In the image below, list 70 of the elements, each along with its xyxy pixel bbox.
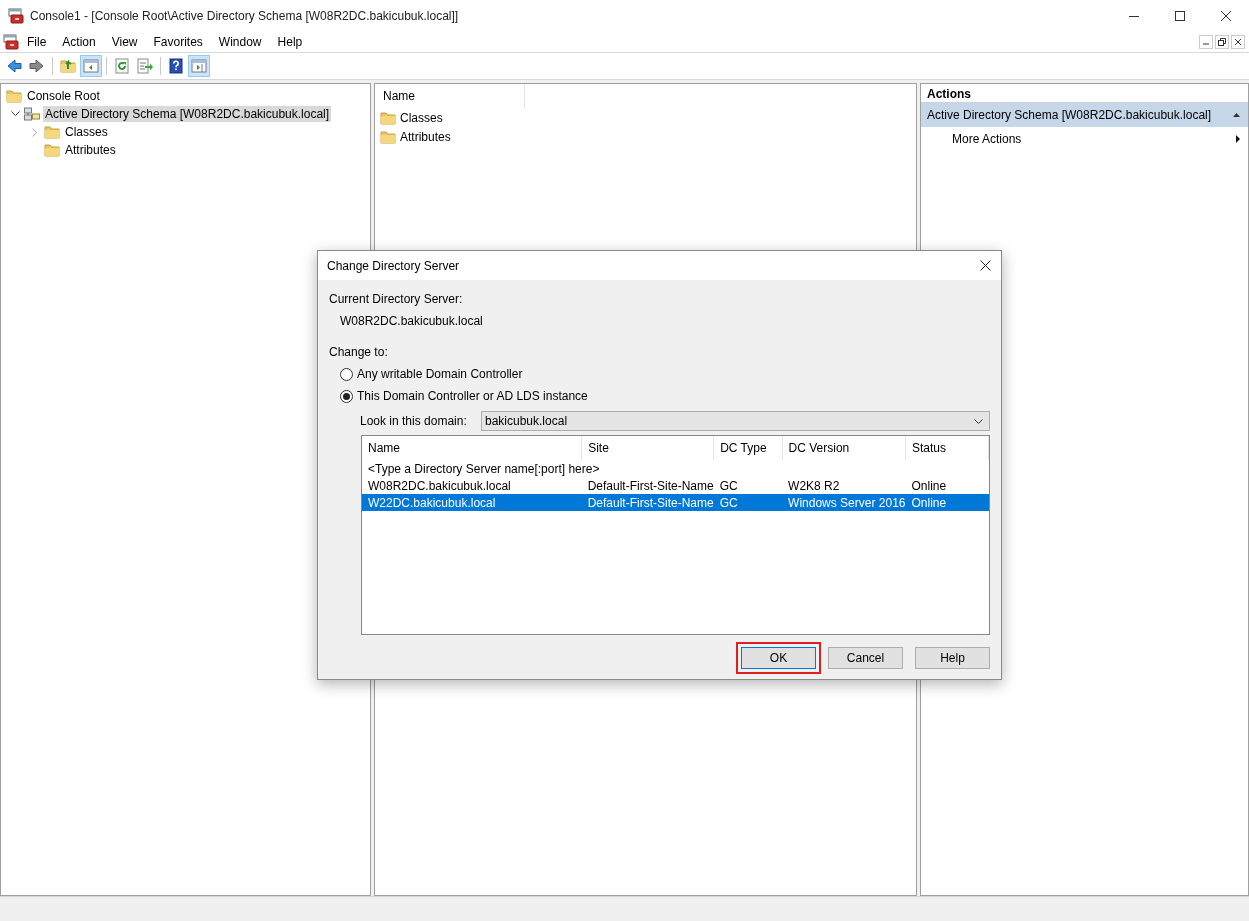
show-tree-icon [83,58,99,74]
tree-item[interactable]: Active Directory Schema [W08R2DC.bakicubuk.local] [43,106,332,122]
maximize-icon[interactable] [1175,11,1185,21]
folder-up-icon [60,58,76,74]
column-header[interactable]: Name [362,436,582,460]
column-header[interactable]: Site [581,436,714,460]
dropdown-value: bakicubuk.local [485,414,569,428]
folder-icon [380,128,396,145]
tree-item[interactable]: Classes [63,124,110,140]
expanded-chevron-icon[interactable] [10,111,20,117]
domain-dropdown[interactable]: bakicubuk.local [481,411,990,431]
menu-item[interactable]: Window [210,35,270,49]
forward-arrow-icon [29,58,45,74]
radio-button[interactable] [340,389,353,403]
field-label: Look in this domain: [360,414,468,428]
radio-label[interactable]: Any writable Domain Controller [357,367,523,381]
list-item[interactable]: Attributes [400,129,451,144]
dialog-title: Change Directory Server [327,258,460,273]
dropdown-chevron-icon [974,418,983,424]
server-name: W08R2DC.bakicubuk.local [339,313,484,328]
tree-item[interactable]: Console Root [25,88,102,104]
field-label: Current Directory Server: [329,292,464,306]
menu-item[interactable]: Help [269,35,311,49]
column-header[interactable]: Name [375,84,525,108]
menu-item[interactable]: File [19,35,55,49]
menu-item[interactable]: View [103,35,146,49]
close-icon[interactable] [1221,11,1231,21]
window-title: Console1 - [Console Root\Active Directory Schema [W08R2DC.bakicubuk.local]] [30,9,460,23]
table-cell[interactable]: Windows Server 2016 [782,494,906,511]
help-icon [168,58,184,74]
list-item[interactable]: Classes [400,110,443,125]
field-label: Change to: [329,345,389,359]
menu-item[interactable]: Action [54,35,104,49]
tree-item[interactable]: Attributes [63,142,118,158]
table-cell[interactable]: W22DC.bakicubuk.local [362,494,582,511]
table-cell[interactable]: W08R2DC.bakicubuk.local [362,477,582,494]
dialog-button[interactable]: Help [915,647,990,669]
column-header[interactable]: DC Version [782,436,906,460]
column-header[interactable]: DC Type [713,436,783,460]
action-pane-icon [191,58,207,74]
table-cell[interactable]: Default-First-Site-Name [581,477,714,494]
folder-icon [6,88,22,104]
table-cell[interactable]: GC [713,477,783,494]
table-cell[interactable]: Online [905,477,989,494]
section-title: Active Directory Schema [W08R2DC.bakicubuk.local] [927,108,1212,122]
radio-button[interactable] [340,367,353,381]
menu-item[interactable]: Favorites [145,35,211,49]
refresh-icon [114,58,130,74]
radio-label[interactable]: This Domain Controller or AD LDS instance [357,389,588,403]
table-cell[interactable]: GC [713,494,783,511]
schema-icon [24,106,40,122]
submenu-caret-icon [1236,135,1240,143]
dialog-button[interactable]: Cancel [828,647,903,669]
table-cell[interactable]: Default-First-Site-Name [581,494,714,511]
close-icon[interactable] [980,260,991,271]
folder-icon [380,109,396,126]
export-list-icon [137,58,153,74]
folder-icon [44,142,60,158]
server-name-entry[interactable]: <Type a Directory Server name[:port] here> [368,461,600,476]
folder-icon [44,124,60,140]
restore-icon[interactable] [1215,35,1229,49]
actions-section[interactable]: Active Directory Schema [W08R2DC.bakicubuk.local] [921,103,1248,127]
action-label: More Actions [952,132,1022,146]
table-cell[interactable]: Online [905,494,989,511]
table-cell[interactable]: W2K8 R2 [782,477,906,494]
dialog-button[interactable]: OK [741,647,816,669]
action-item[interactable]: More Actions [921,127,1248,151]
column-header[interactable]: Status [905,436,989,460]
back-arrow-icon [6,58,22,74]
app-icon [8,8,24,24]
